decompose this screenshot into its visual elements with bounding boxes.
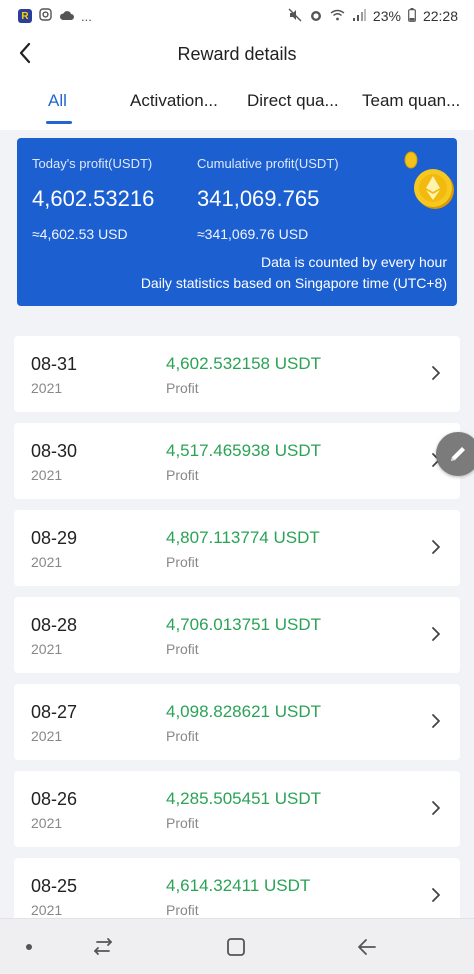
record-amount: 4,602.532158 USDT xyxy=(166,354,321,373)
stats-note-timezone: Daily statistics based on Singapore time… xyxy=(140,275,447,291)
chevron-right-icon xyxy=(432,540,440,554)
record-date: 08-31 xyxy=(31,354,78,374)
cumulative-profit-label: Cumulative profit(USDT) xyxy=(197,156,339,171)
record-amount: 4,098.828621 USDT xyxy=(166,702,321,721)
record-type: Profit xyxy=(166,815,199,831)
reward-row[interactable]: 08-30 2021 4,517.465938 USDT Profit xyxy=(14,423,460,499)
tab-direct-quantity[interactable]: Direct qua... xyxy=(247,91,339,111)
mute-icon xyxy=(288,8,302,25)
active-tab-indicator xyxy=(46,121,72,124)
tab-team-quantity[interactable]: Team quan... xyxy=(362,91,460,111)
signal-icon xyxy=(352,8,366,24)
cloud-icon xyxy=(59,8,74,24)
record-amount: 4,706.013751 USDT xyxy=(166,615,321,634)
tab-all[interactable]: All xyxy=(48,91,67,111)
record-year: 2021 xyxy=(31,380,63,396)
record-date: 08-30 xyxy=(31,441,78,461)
reward-row[interactable]: 08-29 2021 4,807.113774 USDT Profit xyxy=(14,510,460,586)
wifi-icon xyxy=(330,8,345,24)
recent-apps-icon xyxy=(94,938,112,955)
recent-apps-button[interactable] xyxy=(88,933,118,961)
record-amount: 4,807.113774 USDT xyxy=(166,528,320,547)
record-type: Profit xyxy=(166,728,199,744)
record-year: 2021 xyxy=(31,728,63,744)
record-amount: 4,285.505451 USDT xyxy=(166,789,321,808)
chevron-right-icon xyxy=(432,627,440,641)
today-profit-value: 4,602.53216 xyxy=(32,186,155,211)
page-title: Reward details xyxy=(177,44,297,64)
record-date: 08-28 xyxy=(31,615,78,635)
stats-note-hourly: Data is counted by every hour xyxy=(261,254,447,270)
today-profit-usd: ≈4,602.53 USD xyxy=(32,226,128,242)
tab-activation[interactable]: Activation... xyxy=(130,91,218,111)
clock-time: 22:28 xyxy=(422,8,458,24)
record-date: 08-27 xyxy=(31,702,78,722)
app-header: Reward details xyxy=(0,32,474,80)
home-button[interactable] xyxy=(221,933,251,961)
gold-coin-icon xyxy=(404,151,454,209)
chevron-right-icon xyxy=(432,366,440,380)
alarm-icon xyxy=(309,8,323,25)
back-nav-button[interactable] xyxy=(352,933,382,961)
record-date: 08-26 xyxy=(31,789,78,809)
floating-edit-button[interactable] xyxy=(436,432,474,476)
profit-summary-card: Today's profit(USDT) 4,602.53216 ≈4,602.… xyxy=(17,138,457,306)
record-type: Profit xyxy=(166,641,199,657)
app-notification-icon: R xyxy=(18,9,32,23)
dot-icon xyxy=(26,944,32,950)
record-amount: 4,614.32411 USDT xyxy=(166,876,311,895)
system-navigation-bar xyxy=(0,918,474,974)
record-type: Profit xyxy=(166,902,199,918)
pencil-icon xyxy=(451,447,465,461)
chevron-right-icon xyxy=(432,714,440,728)
tab-bar: All Activation... Direct qua... Team qua… xyxy=(0,80,474,130)
record-year: 2021 xyxy=(31,467,63,483)
cumulative-profit-usd: ≈341,069.76 USD xyxy=(197,226,309,242)
more-notifications-dots: ... xyxy=(81,8,92,24)
record-type: Profit xyxy=(166,554,199,570)
reward-row[interactable]: 08-27 2021 4,098.828621 USDT Profit xyxy=(14,684,460,760)
nav-dot-button[interactable] xyxy=(14,933,44,961)
record-type: Profit xyxy=(166,380,199,396)
status-bar: R ... 23% 22:28 xyxy=(0,0,474,32)
today-profit-label: Today's profit(USDT) xyxy=(32,156,153,171)
record-year: 2021 xyxy=(31,554,63,570)
reward-row[interactable]: 08-31 2021 4,602.532158 USDT Profit xyxy=(14,336,460,412)
home-icon xyxy=(227,938,245,956)
record-year: 2021 xyxy=(31,902,63,918)
chevron-right-icon xyxy=(432,801,440,815)
battery-icon xyxy=(408,7,416,25)
record-type: Profit xyxy=(166,467,199,483)
instagram-icon xyxy=(39,8,52,24)
reward-row[interactable]: 08-28 2021 4,706.013751 USDT Profit xyxy=(14,597,460,673)
battery-percent: 23% xyxy=(372,8,401,24)
record-year: 2021 xyxy=(31,641,63,657)
back-nav-icon xyxy=(358,939,376,955)
cumulative-profit-value: 341,069.765 xyxy=(197,186,320,211)
record-date: 08-25 xyxy=(31,876,78,896)
reward-row[interactable]: 08-26 2021 4,285.505451 USDT Profit xyxy=(14,771,460,847)
record-year: 2021 xyxy=(31,815,63,831)
record-date: 08-29 xyxy=(31,528,78,548)
record-amount: 4,517.465938 USDT xyxy=(166,441,321,460)
chevron-right-icon xyxy=(432,888,440,902)
